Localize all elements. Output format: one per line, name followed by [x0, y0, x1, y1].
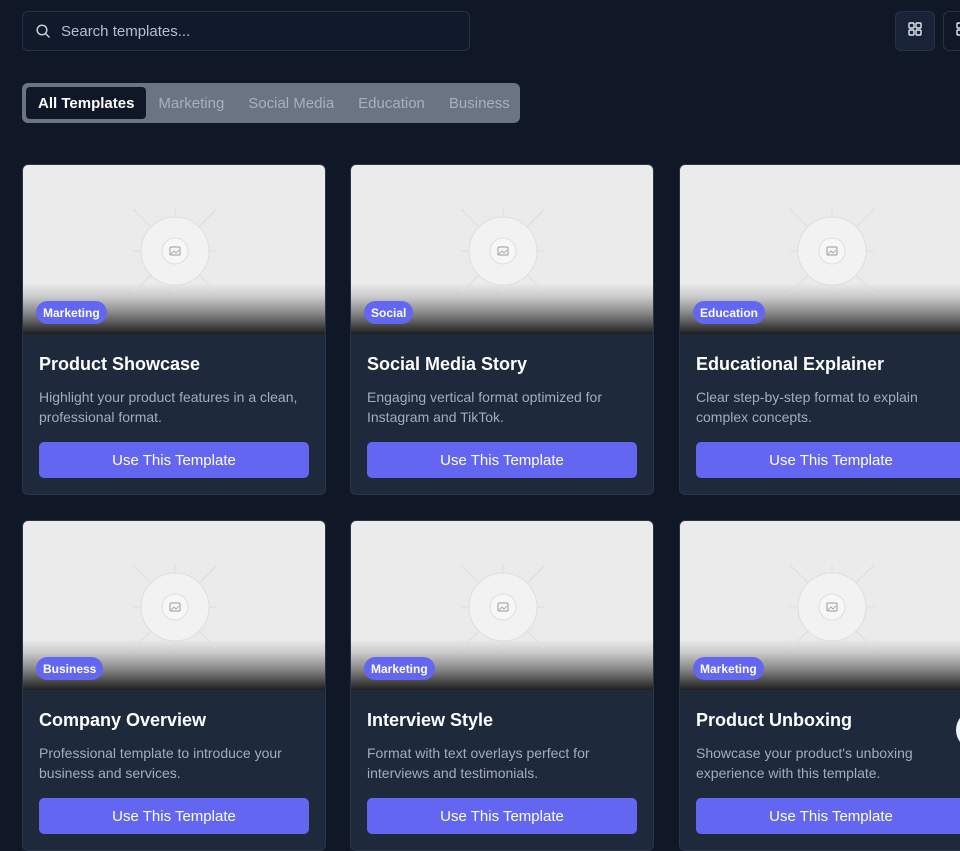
use-template-button[interactable]: Use This Template [696, 442, 960, 478]
category-badge: Education [693, 301, 766, 324]
image-placeholder-icon [790, 565, 874, 649]
template-thumbnail: Social [351, 165, 653, 334]
category-badge: Marketing [693, 657, 764, 680]
category-badge: Marketing [364, 657, 435, 680]
template-card-social-media-story: Social Social Media Story Engaging verti… [350, 164, 654, 495]
template-thumbnail: Marketing [351, 521, 653, 690]
template-title: Educational Explainer [696, 354, 885, 374]
template-thumbnail: Education [680, 165, 960, 334]
template-description: Format with text overlays perfect for in… [367, 745, 590, 781]
tab-marketing[interactable]: Marketing [146, 87, 236, 119]
template-card-product-unboxing: Marketing Product Unboxing Showcase your… [679, 520, 960, 851]
use-template-button[interactable]: Use This Template [39, 442, 309, 478]
template-card-interview-style: Marketing Interview Style Format with te… [350, 520, 654, 851]
template-card-company-overview: Business Company Overview Professional t… [22, 520, 326, 851]
image-placeholder-icon [133, 565, 217, 649]
template-title: Social Media Story [367, 354, 528, 374]
image-placeholder-icon [461, 565, 545, 649]
template-card-product-showcase: Marketing Product Showcase Highlight you… [22, 164, 326, 495]
image-placeholder-icon [461, 209, 545, 293]
grid-view-button[interactable] [895, 11, 935, 51]
list-icon [956, 21, 960, 41]
search-input[interactable] [59, 12, 459, 50]
template-description: Professional template to introduce your … [39, 745, 282, 781]
category-badge: Social [364, 301, 414, 324]
tab-all-templates[interactable]: All Templates [26, 87, 147, 119]
category-badge: Marketing [36, 301, 107, 324]
template-description: Showcase your product's unboxing experie… [696, 745, 913, 781]
tab-education[interactable]: Education [346, 87, 437, 119]
use-template-button[interactable]: Use This Template [367, 798, 637, 834]
template-thumbnail: Marketing [680, 521, 960, 690]
template-card-educational-explainer: Education Educational Explainer Clear st… [679, 164, 960, 495]
search-box[interactable] [22, 11, 470, 51]
template-title: Company Overview [39, 710, 207, 730]
category-badge: Business [36, 657, 104, 680]
template-description: Engaging vertical format optimized for I… [367, 389, 602, 425]
search-icon [36, 24, 50, 38]
tab-social-media[interactable]: Social Media [236, 87, 346, 119]
use-template-button[interactable]: Use This Template [39, 798, 309, 834]
list-view-button[interactable] [943, 11, 960, 51]
template-title: Product Showcase [39, 354, 201, 374]
template-title: Product Unboxing [696, 710, 852, 730]
template-title: Interview Style [367, 710, 494, 730]
template-thumbnail: Marketing [23, 165, 325, 334]
image-placeholder-icon [133, 209, 217, 293]
template-description: Clear step-by-step format to explain com… [696, 389, 918, 425]
use-template-button[interactable]: Use This Template [696, 798, 960, 834]
template-thumbnail: Business [23, 521, 325, 690]
template-description: Highlight your product features in a cle… [39, 389, 298, 425]
image-placeholder-icon [790, 209, 874, 293]
use-template-button[interactable]: Use This Template [367, 442, 637, 478]
grid-icon [908, 21, 922, 41]
tab-business[interactable]: Business [437, 87, 522, 119]
category-tabs: All Templates Marketing Social Media Edu… [22, 83, 520, 123]
